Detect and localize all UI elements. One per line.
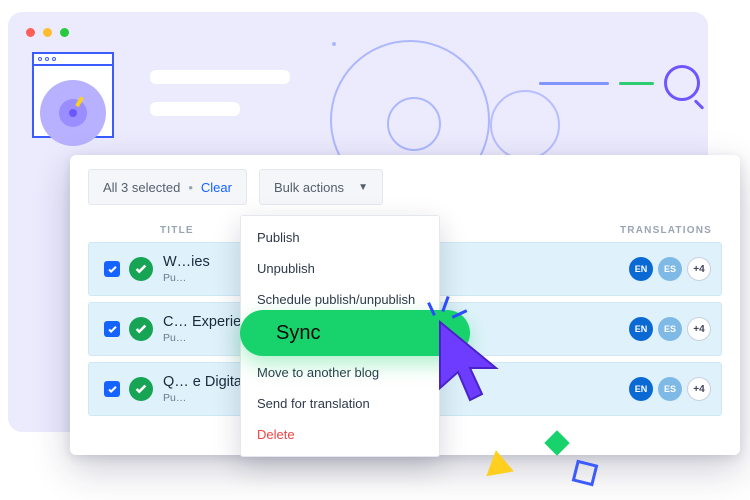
lang-pill-more[interactable]: +4 — [687, 377, 711, 401]
menu-item-move[interactable]: Move to another blog — [241, 357, 439, 388]
lang-pill-es[interactable]: ES — [658, 317, 682, 341]
skeleton-line — [150, 70, 290, 84]
clear-selection-link[interactable]: Clear — [201, 180, 232, 195]
lang-pill-more[interactable]: +4 — [687, 257, 711, 281]
status-published-icon — [129, 317, 153, 341]
skeleton-line — [150, 102, 240, 116]
lang-pill-en[interactable]: EN — [629, 377, 653, 401]
menu-item-publish[interactable]: Publish — [241, 222, 439, 253]
lang-pill-more[interactable]: +4 — [687, 317, 711, 341]
window-traffic-lights — [26, 28, 69, 37]
status-published-icon — [129, 257, 153, 281]
sync-label: Sync — [276, 322, 320, 345]
toolbar: All 3 selected • Clear Bulk actions ▼ — [88, 169, 722, 205]
lang-pill-en[interactable]: EN — [629, 257, 653, 281]
search-icon — [664, 65, 700, 101]
cursor-icon — [436, 318, 508, 408]
header-translations: TRANSLATIONS — [588, 225, 718, 236]
selection-pill: All 3 selected • Clear — [88, 169, 247, 205]
translation-pills: EN ES +4 — [629, 317, 715, 341]
separator-dot: • — [188, 180, 193, 195]
bulk-actions-label: Bulk actions — [274, 180, 344, 195]
selection-count: All 3 selected — [103, 180, 180, 195]
translation-pills: EN ES +4 — [629, 377, 715, 401]
bulk-actions-button[interactable]: Bulk actions ▼ — [259, 169, 383, 205]
row-checkbox[interactable] — [104, 381, 120, 397]
search-decoration — [539, 65, 700, 101]
row-checkbox[interactable] — [104, 261, 120, 277]
triangle-decoration — [482, 448, 514, 476]
menu-item-unpublish[interactable]: Unpublish — [241, 253, 439, 284]
status-published-icon — [129, 377, 153, 401]
square-decoration — [572, 460, 599, 487]
menu-item-send[interactable]: Send for translation — [241, 388, 439, 419]
caret-down-icon: ▼ — [358, 182, 368, 193]
translation-pills: EN ES +4 — [629, 257, 715, 281]
row-checkbox[interactable] — [104, 321, 120, 337]
lang-pill-en[interactable]: EN — [629, 317, 653, 341]
menu-item-delete[interactable]: Delete — [241, 419, 439, 450]
gear-icon — [40, 80, 106, 146]
lang-pill-es[interactable]: ES — [658, 257, 682, 281]
lang-pill-es[interactable]: ES — [658, 377, 682, 401]
